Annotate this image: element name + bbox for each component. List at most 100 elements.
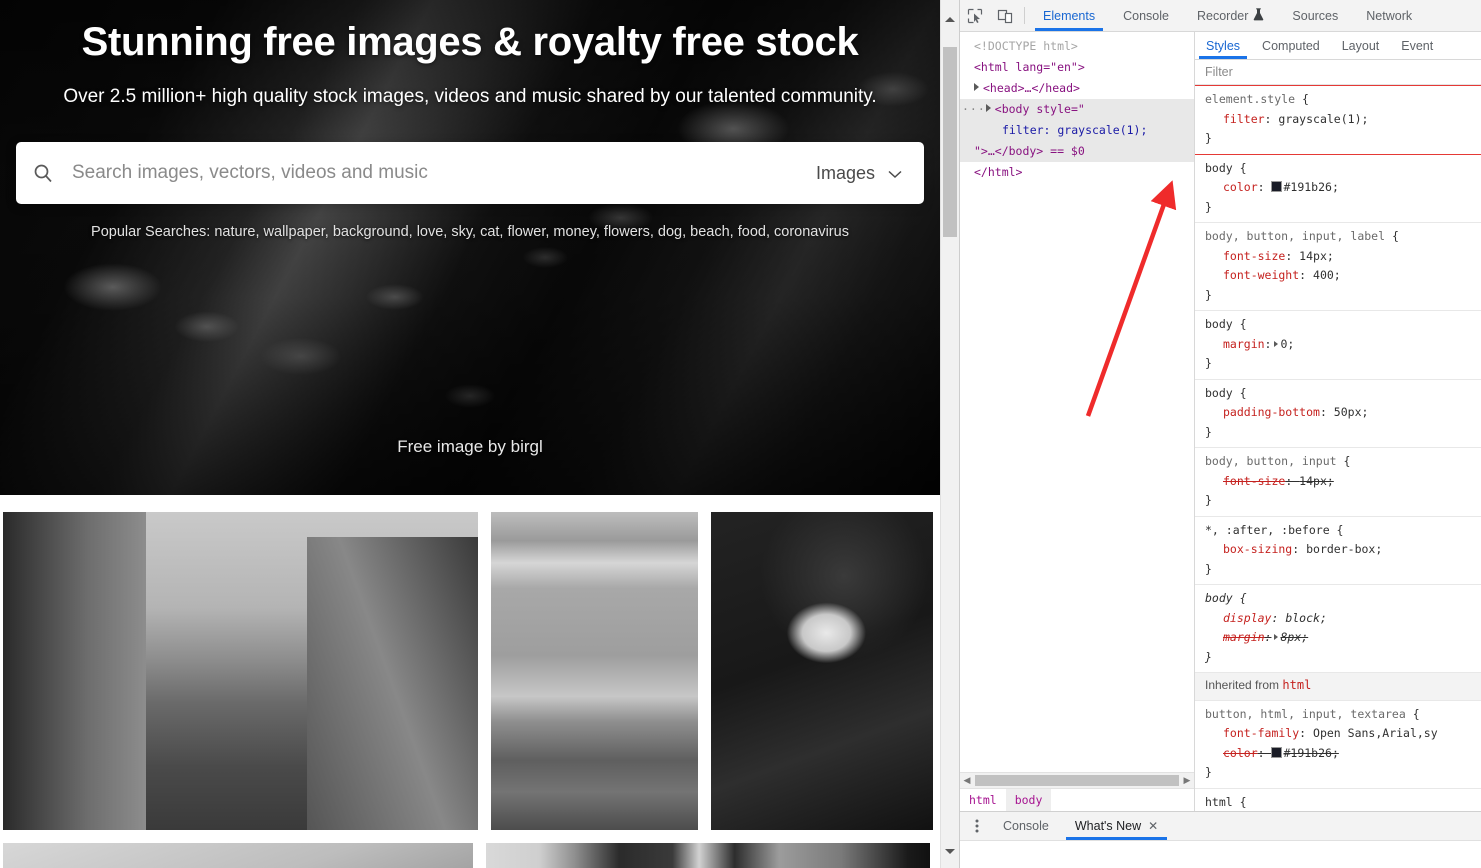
css-value[interactable]: 14px; xyxy=(1299,474,1334,488)
dom-line-body-selected[interactable]: ··· <body style=" filter: grayscale(1); "… xyxy=(960,99,1194,162)
tab-event-listeners[interactable]: Event xyxy=(1390,32,1444,59)
expand-triangle-icon[interactable] xyxy=(1274,634,1279,640)
css-value[interactable]: #191b26; xyxy=(1283,746,1338,760)
more-vertical-icon[interactable] xyxy=(964,812,990,840)
expand-triangle-icon[interactable] xyxy=(1274,340,1279,347)
drawer-tab-whats-new[interactable]: What's New ✕ xyxy=(1062,812,1171,840)
hero-image-credit[interactable]: Free image by birgl xyxy=(0,437,940,457)
popular-searches[interactable]: Popular Searches: nature, wallpaper, bac… xyxy=(16,224,924,240)
css-property[interactable]: padding-bottom xyxy=(1205,403,1320,423)
css-rule-universal-boxsizing[interactable]: *, :after, :before { box-sizing: border-… xyxy=(1195,517,1481,585)
screen-root: Stunning free images & royalty free stoc… xyxy=(0,0,1481,868)
css-rule-useragent-body[interactable]: body { display: block; margin: 8px; } xyxy=(1195,585,1481,673)
dom-horizontal-scrollbar[interactable]: ◀ ▶ xyxy=(960,772,1194,788)
css-property[interactable]: color xyxy=(1205,744,1258,764)
css-selector[interactable]: button, html, input, textarea xyxy=(1205,707,1406,721)
inspect-element-icon[interactable] xyxy=(960,0,990,31)
tab-sources[interactable]: Sources xyxy=(1278,0,1352,31)
tab-elements[interactable]: Elements xyxy=(1029,0,1109,31)
css-rule-element-style[interactable]: element.style { filter: grayscale(1); } xyxy=(1195,85,1481,155)
search-bar[interactable]: Images xyxy=(16,142,924,204)
css-property[interactable]: font-size xyxy=(1205,247,1285,267)
css-rule-body-color[interactable]: body { color: #191b26; } xyxy=(1195,155,1481,223)
dom-line-html-open[interactable]: <html lang="en"> xyxy=(960,57,1194,78)
inherited-label: Inherited from xyxy=(1205,678,1280,692)
tab-recorder[interactable]: Recorder xyxy=(1183,0,1278,31)
css-value[interactable]: 8px; xyxy=(1280,630,1308,644)
styles-filter-input[interactable] xyxy=(1203,64,1459,80)
page-title: Stunning free images & royalty free stoc… xyxy=(81,20,859,64)
breadcrumb-item-html[interactable]: html xyxy=(960,789,1006,811)
gallery-item-street[interactable] xyxy=(3,512,478,830)
scroll-right-arrow-icon[interactable]: ▶ xyxy=(1182,776,1192,785)
css-value[interactable]: #191b26; xyxy=(1283,180,1338,194)
css-selector[interactable]: body, button, input xyxy=(1205,454,1337,468)
css-rule-html[interactable]: html { cursor: default; line-height: 1.5… xyxy=(1195,789,1481,812)
css-property[interactable]: font-weight xyxy=(1205,266,1299,286)
tab-label: What's New xyxy=(1074,819,1142,833)
css-property[interactable]: color xyxy=(1205,178,1258,198)
css-value[interactable]: border-box; xyxy=(1306,542,1382,556)
search-type-selector[interactable]: Images xyxy=(816,163,924,184)
page-vertical-scrollbar[interactable] xyxy=(940,0,959,868)
css-property[interactable]: box-sizing xyxy=(1205,540,1292,560)
css-selector[interactable]: body xyxy=(1205,386,1233,400)
scrollbar-thumb[interactable] xyxy=(943,47,957,237)
css-selector[interactable]: body xyxy=(1205,161,1233,175)
css-property[interactable]: margin xyxy=(1205,335,1265,355)
css-value[interactable]: 50px; xyxy=(1334,405,1369,419)
css-value[interactable]: 400; xyxy=(1313,268,1341,282)
tab-computed[interactable]: Computed xyxy=(1251,32,1331,59)
css-selector[interactable]: *, :after, :before xyxy=(1205,523,1330,537)
inherited-source[interactable]: html xyxy=(1282,678,1311,692)
css-selector[interactable]: html xyxy=(1205,795,1233,809)
drawer-tab-console[interactable]: Console xyxy=(990,812,1062,840)
css-property[interactable]: font-family xyxy=(1205,724,1299,744)
dom-line-head[interactable]: <head>…</head> xyxy=(960,78,1194,99)
css-property[interactable]: filter xyxy=(1205,110,1265,130)
gallery-item-people[interactable] xyxy=(486,843,930,868)
device-toolbar-icon[interactable] xyxy=(990,0,1020,31)
more-dots-icon[interactable]: ··· xyxy=(960,102,986,116)
scroll-up-arrow-icon[interactable] xyxy=(941,10,959,28)
expand-triangle-icon[interactable] xyxy=(974,83,979,91)
css-property[interactable]: margin xyxy=(1205,628,1265,648)
css-property[interactable]: display xyxy=(1205,609,1271,629)
expand-triangle-icon[interactable] xyxy=(985,104,991,112)
breadcrumb: html body xyxy=(960,788,1194,811)
dom-body-style-value: filter: grayscale(1); xyxy=(1002,123,1148,137)
color-swatch[interactable] xyxy=(1271,181,1283,192)
tab-layout[interactable]: Layout xyxy=(1331,32,1391,59)
browser-viewport: Stunning free images & royalty free stoc… xyxy=(0,0,940,868)
css-value[interactable]: Open Sans,Arial,sy xyxy=(1313,726,1438,740)
css-value[interactable]: grayscale(1); xyxy=(1278,112,1368,126)
css-rule-body-margin[interactable]: body { margin: 0; } xyxy=(1195,311,1481,380)
breadcrumb-item-body[interactable]: body xyxy=(1005,789,1052,811)
gallery-item-sea[interactable] xyxy=(491,512,698,830)
gallery-item-flower[interactable] xyxy=(711,512,933,830)
scrollbar-thumb[interactable] xyxy=(975,775,1179,786)
css-value[interactable]: 0; xyxy=(1280,337,1294,351)
css-selector[interactable]: element.style xyxy=(1205,92,1295,106)
tab-label: Console xyxy=(1003,819,1049,833)
tab-console[interactable]: Console xyxy=(1109,0,1183,31)
css-value[interactable]: 14px; xyxy=(1299,249,1334,263)
css-selector[interactable]: body xyxy=(1205,591,1233,605)
css-rule-font-override[interactable]: body, button, input { font-size: 14px; } xyxy=(1195,448,1481,517)
css-selector[interactable]: body xyxy=(1205,317,1233,331)
css-rule-font[interactable]: body, button, input, label { font-size: … xyxy=(1195,223,1481,311)
css-rule-inherited-font[interactable]: button, html, input, textarea { font-fam… xyxy=(1195,701,1481,789)
scroll-down-arrow-icon[interactable] xyxy=(941,842,959,860)
css-rule-body-padding[interactable]: body { padding-bottom: 50px; } xyxy=(1195,380,1481,448)
css-value[interactable]: block; xyxy=(1285,611,1327,625)
css-property[interactable]: font-size xyxy=(1205,472,1285,492)
scroll-left-arrow-icon[interactable]: ◀ xyxy=(962,776,972,785)
css-selector[interactable]: body, button, input, label xyxy=(1205,229,1385,243)
drawer-content-peek xyxy=(974,841,1481,859)
color-swatch[interactable] xyxy=(1271,746,1283,758)
gallery-item-gradient[interactable] xyxy=(3,843,473,868)
tab-styles[interactable]: Styles xyxy=(1195,32,1251,59)
close-icon[interactable]: ✕ xyxy=(1148,819,1158,833)
tab-network[interactable]: Network xyxy=(1352,0,1426,31)
search-input[interactable] xyxy=(70,161,820,185)
